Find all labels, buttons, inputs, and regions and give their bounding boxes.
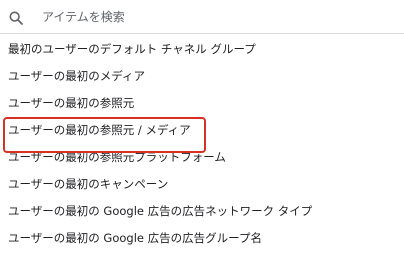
list-item-first-user-google-ads-network-type[interactable]: ユーザーの最初の Google 広告の広告ネットワーク タイプ — [0, 198, 404, 225]
list-item-first-user-source-medium[interactable]: ユーザーの最初の参照元 / メディア — [0, 117, 404, 144]
item-picker-panel: 最初のユーザーのデフォルト チャネル グループ ユーザーの最初のメディア ユーザ… — [0, 0, 404, 272]
list-item-first-user-medium[interactable]: ユーザーの最初のメディア — [0, 63, 404, 90]
search-icon — [9, 11, 23, 25]
item-list: 最初のユーザーのデフォルト チャネル グループ ユーザーの最初のメディア ユーザ… — [0, 36, 404, 252]
list-item-first-user-campaign[interactable]: ユーザーの最初のキャンペーン — [0, 171, 404, 198]
search-input[interactable] — [36, 6, 368, 28]
list-item-first-user-source[interactable]: ユーザーの最初の参照元 — [0, 90, 404, 117]
search-bar — [0, 0, 404, 34]
list-item-first-user-default-channel-group[interactable]: 最初のユーザーのデフォルト チャネル グループ — [0, 36, 404, 63]
list-item-first-user-source-platform[interactable]: ユーザーの最初の参照元プラットフォーム — [0, 144, 404, 171]
list-item-first-user-google-ads-ad-group-name[interactable]: ユーザーの最初の Google 広告の広告グループ名 — [0, 225, 404, 252]
